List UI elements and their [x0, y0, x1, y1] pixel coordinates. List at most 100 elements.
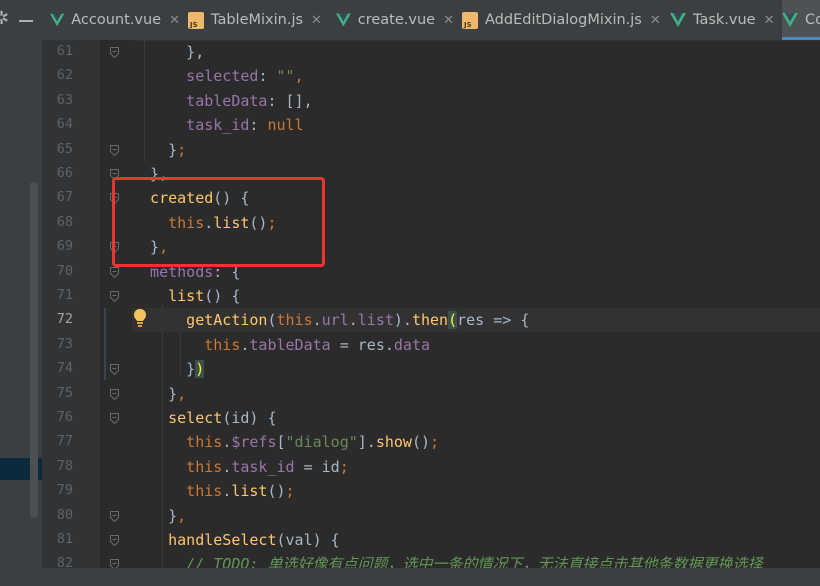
code-token: url — [321, 311, 349, 330]
panel-controls: ✲ — [0, 0, 42, 40]
line-number[interactable]: 63 — [42, 92, 100, 108]
code-token: ; — [285, 482, 295, 501]
tab-account-vue[interactable]: Account.vue ✕ — [50, 0, 180, 40]
tab-label: TableMixin.js — [211, 12, 304, 28]
code-line[interactable]: }, — [132, 382, 820, 406]
line-number[interactable]: 78 — [42, 458, 100, 474]
line-number[interactable]: 79 — [42, 482, 100, 498]
tab-create-vue[interactable]: create.vue ✕ — [336, 0, 454, 40]
line-number[interactable]: 80 — [42, 507, 100, 523]
code-token: data — [393, 335, 431, 354]
code-line[interactable]: this.$refs["dialog"].show(); — [132, 430, 820, 454]
line-number[interactable]: 66 — [42, 165, 100, 181]
close-tab-icon[interactable]: ✕ — [311, 13, 322, 28]
tab-addeditdialogmixin-js[interactable]: AddEditDialogMixin.js ✕ — [462, 0, 662, 40]
vcs-change-marker[interactable] — [104, 308, 106, 380]
fold-marker-icon[interactable] — [110, 144, 119, 156]
code-token: list — [357, 311, 394, 330]
close-tab-icon[interactable]: ✕ — [764, 13, 775, 28]
tab-label: Co — [805, 12, 820, 28]
code-line[interactable]: this.task_id = id; — [132, 455, 820, 479]
code-line[interactable]: }; — [132, 138, 820, 162]
line-number[interactable]: 65 — [42, 141, 100, 157]
lightbulb-icon[interactable] — [132, 308, 148, 328]
line-number[interactable]: 70 — [42, 263, 100, 279]
code-token: ]. — [357, 433, 376, 452]
code-token: . — [222, 457, 232, 476]
code-token: ). — [393, 311, 412, 330]
code-line[interactable]: }, — [132, 504, 820, 528]
line-number[interactable]: 69 — [42, 238, 100, 254]
code-line[interactable]: selected: "", — [132, 64, 820, 88]
code-token: ; — [177, 140, 187, 159]
fold-marker-icon[interactable] — [110, 266, 119, 278]
code-line[interactable]: getAction(this.url.list).then(res => { — [132, 308, 820, 333]
line-number[interactable]: 62 — [42, 67, 100, 83]
code-token: , — [294, 67, 304, 86]
editor-tab-bar: Account.vue✕TableMixin.js✕create.vue✕Add… — [42, 0, 820, 41]
code-token: } — [132, 506, 178, 525]
line-number-gutter: 61 62 63 64 65 66 67 68 69 70 71 72 73 74 75 76 77 78 79 80… — [42, 40, 100, 586]
code-token: $refs — [231, 433, 277, 452]
line-number[interactable]: 77 — [42, 433, 100, 449]
code-line[interactable]: }) — [132, 357, 820, 381]
fold-marker-icon[interactable] — [110, 364, 119, 376]
code-line[interactable]: this.list(); — [132, 479, 820, 503]
code-token: then — [411, 311, 449, 330]
line-number[interactable]: 73 — [42, 336, 100, 352]
settings-icon[interactable]: ✲ — [0, 8, 9, 29]
line-number[interactable]: 64 — [42, 116, 100, 132]
tab-co[interactable]: Co — [782, 0, 820, 40]
code-token: task_id — [231, 457, 295, 476]
line-number[interactable]: 74 — [42, 360, 100, 376]
close-tab-icon[interactable]: ✕ — [169, 13, 180, 28]
line-number[interactable]: 72 — [42, 311, 100, 327]
fold-marker-icon[interactable] — [110, 47, 119, 58]
code-token: "" — [276, 67, 295, 86]
code-line[interactable]: handleSelect(val) { — [132, 528, 820, 552]
code-token: this — [132, 457, 223, 476]
vue-icon — [670, 13, 686, 27]
code-area[interactable]: }, selected: "", tableData: [], task_id:… — [132, 40, 820, 586]
code-line[interactable]: select(id) { — [132, 406, 820, 430]
line-number[interactable]: 61 — [42, 43, 100, 59]
fold-marker-icon[interactable] — [110, 510, 119, 522]
line-number[interactable]: 81 — [42, 531, 100, 547]
js-icon — [462, 11, 478, 29]
line-number[interactable]: 67 — [42, 189, 100, 205]
code-token: this — [132, 482, 223, 501]
code-token: , — [177, 506, 187, 525]
code-token: = id — [294, 457, 340, 476]
code-token: this — [276, 311, 313, 330]
code-line[interactable]: list() { — [132, 284, 820, 308]
fold-marker-icon[interactable] — [110, 535, 119, 546]
line-number[interactable]: 71 — [42, 287, 100, 303]
panel-scrollbar[interactable] — [30, 182, 38, 518]
close-tab-icon[interactable]: ✕ — [443, 13, 454, 28]
fold-marker-icon[interactable] — [110, 291, 119, 302]
line-number[interactable]: 68 — [42, 214, 100, 230]
tab-tablemixin-js[interactable]: TableMixin.js ✕ — [188, 0, 328, 40]
fold-marker-icon[interactable] — [110, 388, 119, 400]
horizontal-scrollbar[interactable] — [42, 568, 820, 586]
tab-task-vue[interactable]: Task.vue ✕ — [670, 0, 778, 40]
code-token: . — [222, 482, 232, 501]
code-token: task_id — [132, 116, 250, 135]
code-line[interactable]: }, — [132, 40, 820, 64]
close-tab-icon[interactable]: ✕ — [650, 13, 661, 28]
code-token: }, — [132, 43, 205, 61]
line-number[interactable]: 75 — [42, 385, 100, 401]
fold-marker-icon[interactable] — [110, 413, 119, 424]
code-token: tableData — [132, 91, 268, 110]
code-token: ) — [195, 360, 205, 379]
line-number[interactable]: 76 — [42, 409, 100, 425]
code-line[interactable]: this.tableData = res.data — [132, 333, 820, 357]
hide-panel-icon[interactable] — [19, 20, 33, 22]
code-token: : [], — [267, 91, 313, 110]
code-token: = res. — [330, 335, 394, 354]
code-line[interactable]: task_id: null — [132, 113, 820, 137]
code-token: () { — [204, 287, 241, 305]
code-token: ( — [267, 311, 277, 330]
tab-label: AddEditDialogMixin.js — [485, 12, 642, 28]
code-line[interactable]: tableData: [], — [132, 89, 820, 113]
